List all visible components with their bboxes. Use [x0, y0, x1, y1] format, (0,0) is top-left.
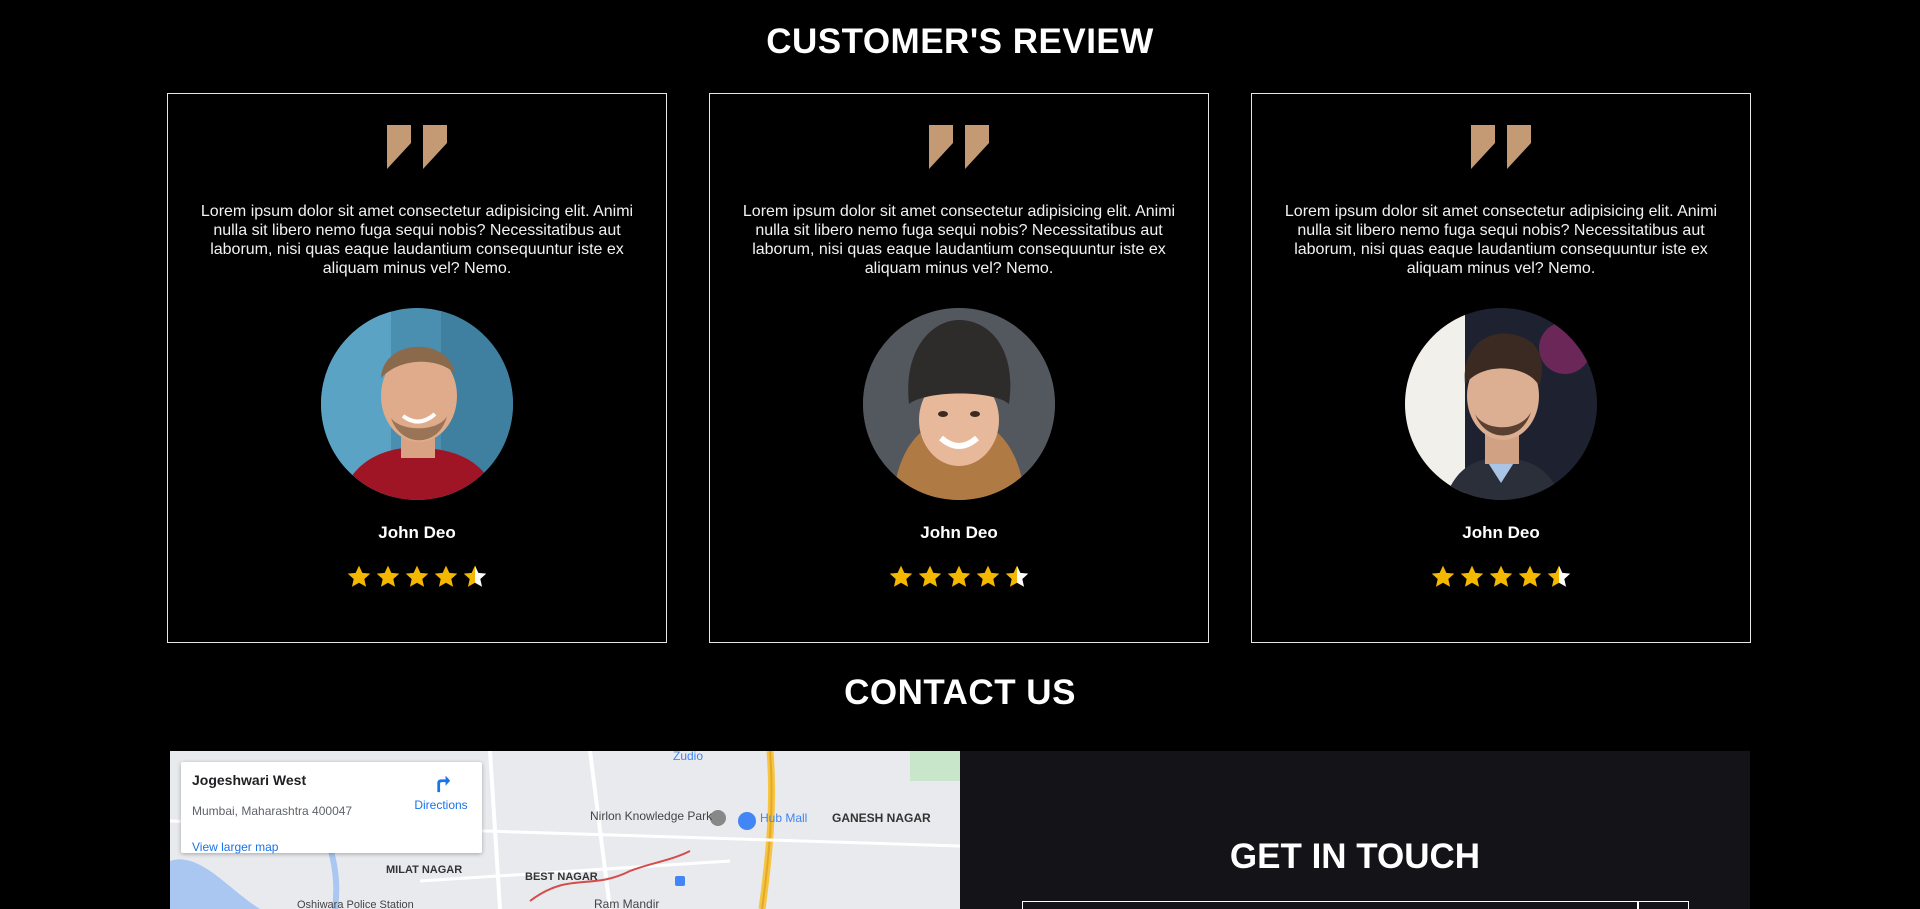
review-cards: Lorem ipsum dolor sit amet consectetur a…: [167, 93, 1754, 645]
review-card: Lorem ipsum dolor sit amet consectetur a…: [1251, 93, 1751, 643]
review-text: Lorem ipsum dolor sit amet consectetur a…: [742, 203, 1176, 277]
map-label: Hub Mall: [760, 811, 808, 825]
star-icon: [918, 565, 942, 587]
star-icon: [889, 565, 913, 587]
get-in-touch-panel: GET IN TOUCH: [960, 751, 1750, 909]
directions-icon: [437, 775, 451, 793]
star-icon: [947, 565, 971, 587]
map-label: Zudio: [673, 751, 704, 763]
star-icon: [1518, 565, 1542, 587]
quote-icon: [387, 125, 447, 169]
avatar: [321, 308, 513, 500]
star-icon: [1460, 565, 1484, 587]
star-icon: [1489, 565, 1513, 587]
directions-label: Directions: [414, 798, 468, 812]
star-icon: [463, 565, 487, 587]
review-text: Lorem ipsum dolor sit amet consectetur a…: [1284, 203, 1718, 277]
map-info-card: Jogeshwari West Mumbai, Maharashtra 4000…: [181, 762, 482, 854]
contact-input-field[interactable]: [1022, 901, 1638, 909]
contact-input-field[interactable]: [1638, 901, 1689, 909]
star-icon: [376, 565, 400, 587]
star-icon: [1005, 565, 1029, 587]
map-label: Ram Mandir: [594, 897, 660, 909]
star-rating: [1430, 564, 1572, 590]
review-card: Lorem ipsum dolor sit amet consectetur a…: [167, 93, 667, 643]
star-icon: [434, 565, 458, 587]
map-label: Oshiwara Police Station: [297, 899, 414, 909]
avatar: [863, 308, 1055, 500]
review-text: Lorem ipsum dolor sit amet consectetur a…: [200, 203, 634, 277]
star-icon: [1431, 565, 1455, 587]
map-label: Nirlon Knowledge Park: [590, 809, 713, 823]
reviewer-name: John Deo: [1462, 523, 1540, 542]
star-icon: [976, 565, 1000, 587]
map-place-name: Jogeshwari West: [192, 772, 307, 788]
directions-button[interactable]: Directions: [412, 772, 470, 812]
reviewer-name: John Deo: [378, 523, 456, 542]
map-label: MILAT NAGAR: [386, 864, 463, 876]
contact-title: CONTACT US: [844, 673, 1076, 712]
star-rating: [346, 564, 488, 590]
quote-icon: [929, 125, 989, 169]
view-larger-map-link[interactable]: View larger map: [192, 840, 278, 854]
map-address: Mumbai, Maharashtra 400047: [192, 804, 353, 818]
star-rating: [888, 564, 1030, 590]
avatar: [1405, 308, 1597, 500]
review-card: Lorem ipsum dolor sit amet consectetur a…: [709, 93, 1209, 643]
quote-icon: [1471, 125, 1531, 169]
reviews-title: CUSTOMER'S REVIEW: [766, 22, 1154, 61]
reviewer-name: John Deo: [920, 523, 998, 542]
star-icon: [405, 565, 429, 587]
get-in-touch-title: GET IN TOUCH: [1229, 837, 1481, 876]
map-embed[interactable]: Nirlon Knowledge Park Hub Mall GANESH NA…: [170, 751, 960, 909]
page: CUSTOMER'S REVIEW Lorem ipsum dolor sit …: [0, 0, 1920, 909]
star-icon: [1547, 565, 1571, 587]
star-icon: [347, 565, 371, 587]
map-label: BEST NAGAR: [525, 871, 598, 883]
map-label: GANESH NAGAR: [832, 811, 931, 825]
